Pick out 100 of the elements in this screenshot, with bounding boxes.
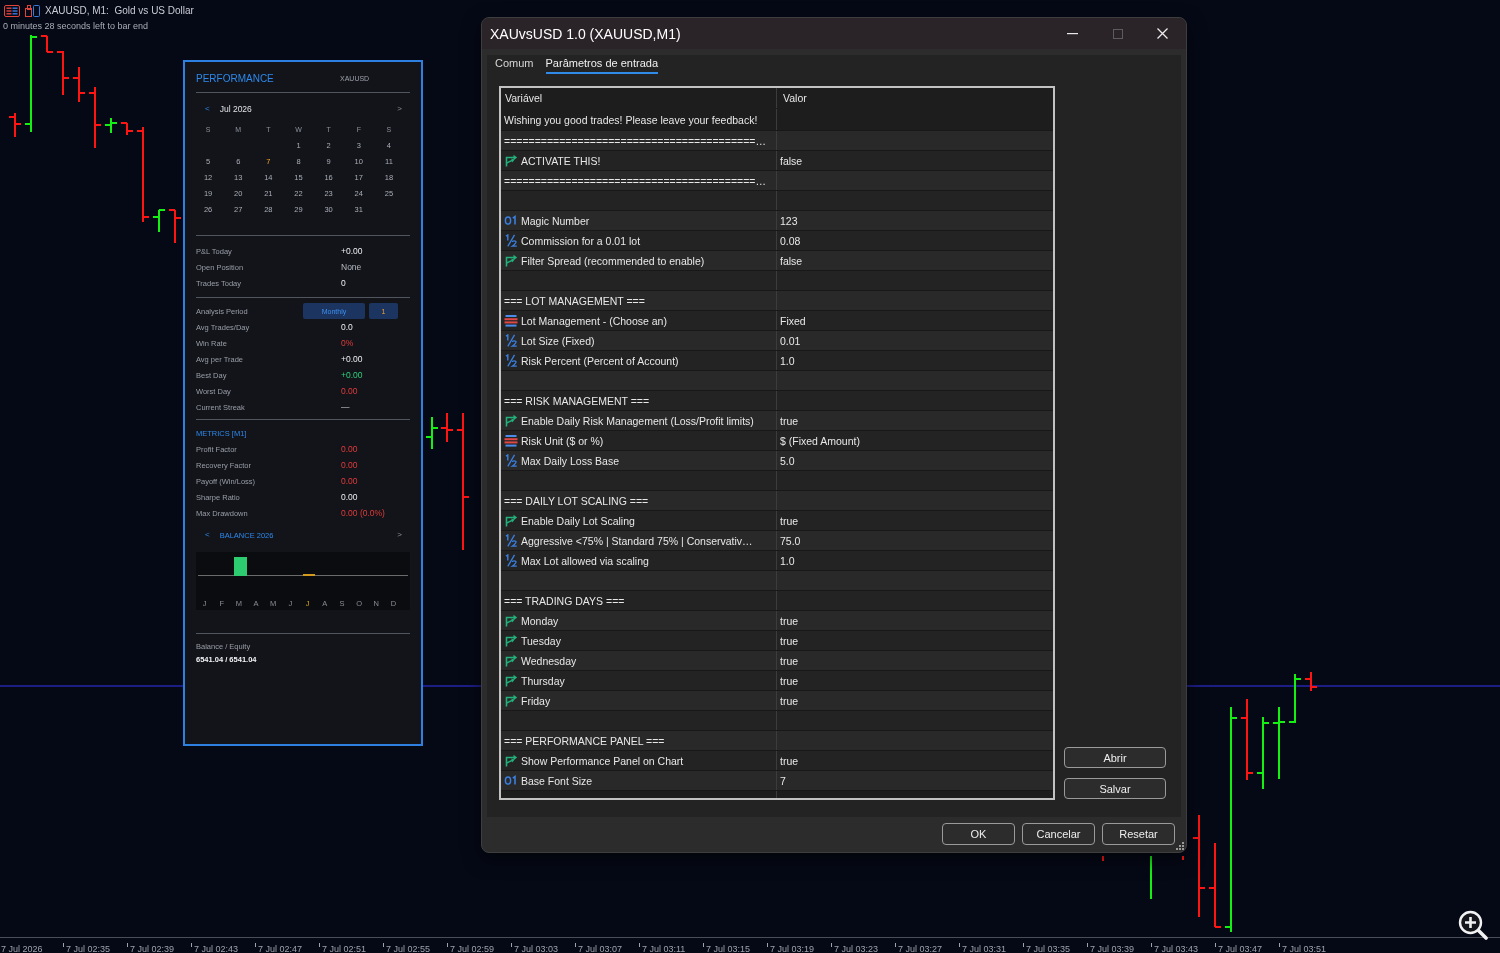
table-row[interactable]: [501, 571, 1053, 591]
table-row[interactable]: Base Font Size 7: [501, 771, 1053, 791]
parameter-name: Thursday: [521, 674, 565, 687]
table-row[interactable]: Lot Size (Fixed) 0.01: [501, 331, 1053, 351]
parameter-value[interactable]: true: [777, 671, 1053, 690]
table-row[interactable]: =========================================…: [501, 171, 1053, 191]
table-row[interactable]: === DAILY LOT SCALING ===: [501, 491, 1053, 511]
dialog-button[interactable]: Cancelar: [1022, 823, 1095, 845]
parameter-value[interactable]: true: [777, 611, 1053, 630]
digits-icon: [504, 774, 518, 787]
resize-grip-icon[interactable]: [1176, 842, 1184, 850]
parameter-value[interactable]: 1.0: [777, 351, 1053, 370]
dialog-button[interactable]: Resetar: [1102, 823, 1175, 845]
parameter-value[interactable]: true: [777, 631, 1053, 650]
parameter-value[interactable]: 123: [777, 211, 1053, 230]
parameter-value[interactable]: 0.08: [777, 231, 1053, 250]
maximize-icon: [1112, 28, 1123, 39]
stacked-lines-icon: [504, 434, 518, 447]
time-axis-label: 7 Jul 02:47: [255, 943, 303, 953]
parameter-value[interactable]: 1.0: [777, 551, 1053, 570]
table-row[interactable]: Show Performance Panel on Chart true: [501, 751, 1053, 771]
table-row[interactable]: === PERFORMANCE PANEL ===: [501, 731, 1053, 751]
time-axis-label: 7 Jul 03:03: [511, 943, 559, 953]
stat-value: 0.00: [341, 444, 358, 454]
table-row[interactable]: Enable Daily Risk Management (Loss/Profit limits) true: [501, 411, 1053, 431]
table-row[interactable]: Filter Spread (recommended to enable) false: [501, 251, 1053, 271]
stat-value: +0.00: [341, 370, 363, 380]
table-row[interactable]: Enable Daily Lot Scaling true: [501, 511, 1053, 531]
parameter-value[interactable]: 5.0: [777, 451, 1053, 470]
next-month-button[interactable]: >: [396, 104, 403, 114]
time-axis-label: 7 Jul 03:31: [959, 943, 1007, 953]
parameter-value[interactable]: true: [777, 751, 1053, 770]
parameter-name: Magic Number: [521, 214, 590, 227]
table-row[interactable]: Magic Number 123: [501, 211, 1053, 231]
parameter-name: Monday: [521, 614, 559, 627]
time-axis-label: 7 Jul 03:51: [1279, 943, 1327, 953]
table-row[interactable]: Commission for a 0.01 lot 0.08: [501, 231, 1053, 251]
time-axis-label: 7 Jul 03:11: [639, 943, 686, 953]
parameter-value[interactable]: true: [777, 411, 1053, 430]
next-year-button[interactable]: >: [396, 530, 403, 540]
parameter-value[interactable]: 7: [777, 771, 1053, 790]
digits-icon: [504, 214, 518, 227]
table-row[interactable]: [501, 711, 1053, 731]
fraction-icon: [504, 234, 518, 247]
table-row[interactable]: Risk Percent (Percent of Account) 1.0: [501, 351, 1053, 371]
tab[interactable]: Parâmetros de entrada: [545, 55, 659, 74]
parameter-value[interactable]: true: [777, 691, 1053, 710]
parameter-value[interactable]: true: [777, 651, 1053, 670]
list-icon[interactable]: [4, 5, 20, 17]
parameter-value[interactable]: false: [777, 251, 1053, 270]
table-row[interactable]: Max Daily Loss Base 5.0: [501, 451, 1053, 471]
table-row[interactable]: === LOT MANAGEMENT ===: [501, 291, 1053, 311]
parameter-name: Friday: [521, 694, 551, 707]
split-window-icon[interactable]: [25, 5, 40, 17]
table-row[interactable]: Wednesday true: [501, 651, 1053, 671]
table-row[interactable]: Risk Unit ($ or %) $ (Fixed Amount): [501, 431, 1053, 451]
table-row[interactable]: [501, 271, 1053, 291]
table-row[interactable]: === TRADING DAYS ===: [501, 591, 1053, 611]
parameter-name: Risk Percent (Percent of Account): [521, 354, 679, 367]
stat-value: 0.0: [341, 322, 353, 332]
prev-year-button[interactable]: <: [204, 530, 211, 540]
time-axis-label: 7 Jul 2026: [0, 943, 43, 953]
time-axis-label: 7 Jul 02:39: [127, 943, 175, 953]
table-row[interactable]: Max Lot allowed via scaling 1.0: [501, 551, 1053, 571]
parameter-value[interactable]: Fixed: [777, 311, 1053, 330]
table-row[interactable]: ACTIVATE THIS! false: [501, 151, 1053, 171]
parameter-name: Aggressive <75% | Standard 75% | Conservativ…: [521, 534, 753, 547]
tab[interactable]: Comum: [495, 55, 534, 74]
stacked-lines-icon: [504, 314, 518, 327]
parameter-name: Risk Unit ($ or %): [521, 434, 604, 447]
calendar-month: Jul 2026: [219, 104, 252, 114]
table-row[interactable]: =========================================…: [501, 131, 1053, 151]
fraction-icon: [504, 354, 518, 367]
price-level-line: [422, 685, 482, 687]
table-row[interactable]: [501, 371, 1053, 391]
parameter-value[interactable]: 0.01: [777, 331, 1053, 350]
table-row[interactable]: [501, 471, 1053, 491]
section-heading: === DAILY LOT SCALING ===: [504, 494, 649, 507]
separator-text: =========================================…: [504, 174, 766, 187]
table-row[interactable]: Tuesday true: [501, 631, 1053, 651]
parameter-name: Commission for a 0.01 lot: [521, 234, 641, 247]
table-row[interactable]: === RISK MANAGEMENT ===: [501, 391, 1053, 411]
section-heading: === LOT MANAGEMENT ===: [504, 294, 645, 307]
parameter-value[interactable]: false: [777, 151, 1053, 170]
side-button[interactable]: Abrir: [1064, 747, 1166, 768]
side-button[interactable]: Salvar: [1064, 778, 1166, 799]
parameter-name: Show Performance Panel on Chart: [521, 754, 684, 767]
parameter-value[interactable]: $ (Fixed Amount): [777, 431, 1053, 450]
table-row[interactable]: Aggressive <75% | Standard 75% | Conservativ… 75.0: [501, 531, 1053, 551]
parameter-value[interactable]: 75.0: [777, 531, 1053, 550]
stat-value: 0: [341, 278, 346, 288]
prev-month-button[interactable]: <: [204, 104, 211, 114]
dialog-button[interactable]: OK: [942, 823, 1015, 845]
parameter-value[interactable]: true: [777, 511, 1053, 530]
table-row[interactable]: Monday true: [501, 611, 1053, 631]
table-row[interactable]: Friday true: [501, 691, 1053, 711]
table-row[interactable]: Lot Management - (Choose an) Fixed: [501, 311, 1053, 331]
table-row[interactable]: Thursday true: [501, 671, 1053, 691]
table-row[interactable]: [501, 191, 1053, 211]
zoom-in-icon[interactable]: [1458, 910, 1488, 940]
